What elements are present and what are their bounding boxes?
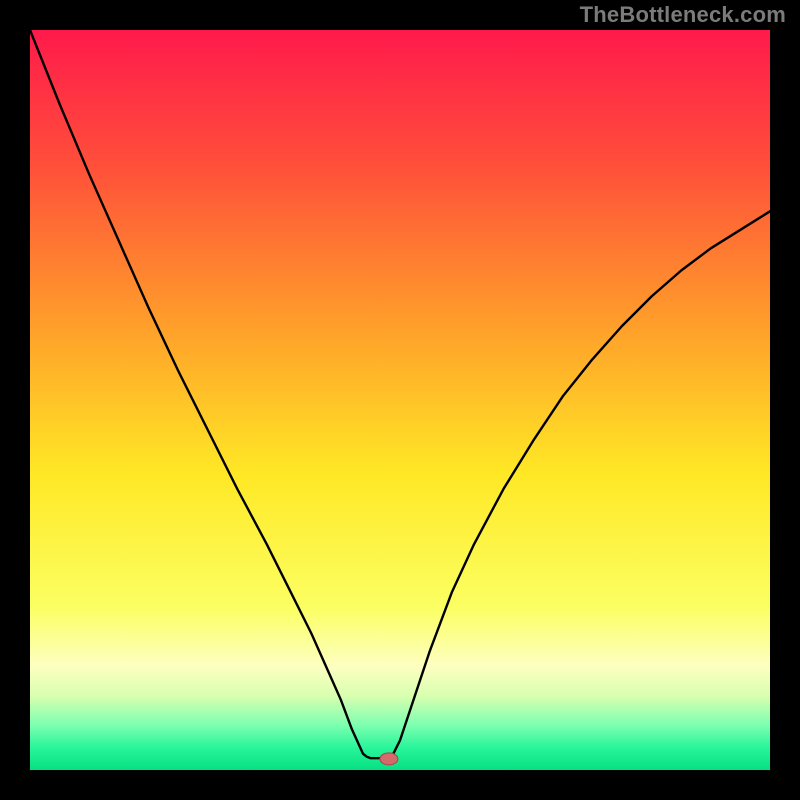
bottleneck-chart [0, 0, 800, 800]
optimal-point-marker [380, 753, 398, 765]
plot-background [30, 30, 770, 770]
chart-frame: TheBottleneck.com [0, 0, 800, 800]
watermark-text: TheBottleneck.com [580, 2, 786, 28]
